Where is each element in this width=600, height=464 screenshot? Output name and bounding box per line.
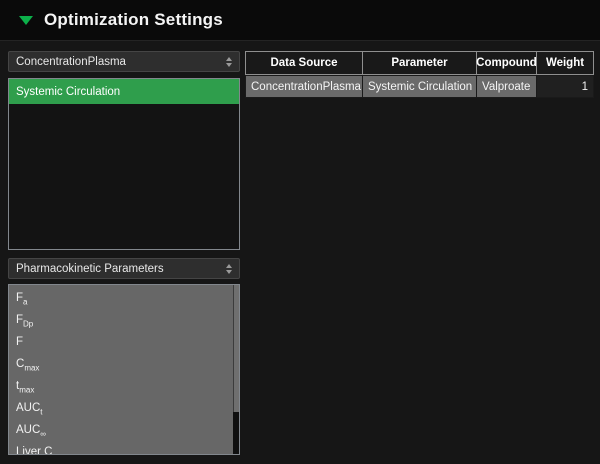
table-header-row: Data Source Parameter Compound Weight xyxy=(245,51,594,75)
list-item-f[interactable]: F xyxy=(9,332,239,354)
pk-parameters-items: Fa FDp F Cmax tmax AUCt AUC∞ Liver Cmax xyxy=(9,285,239,455)
cell-weight[interactable]: 1 xyxy=(536,75,594,98)
spinner-down-icon[interactable] xyxy=(226,270,232,274)
list-item-systemic-circulation[interactable]: Systemic Circulation xyxy=(9,79,239,104)
list-item-auct[interactable]: AUCt xyxy=(9,398,239,420)
spinner-up-icon[interactable] xyxy=(226,264,232,268)
pk-parameters-dropdown[interactable]: Pharmacokinetic Parameters xyxy=(8,258,240,279)
data-source-dropdown-value: ConcentrationPlasma xyxy=(16,56,126,68)
column-header-weight: Weight xyxy=(536,51,594,75)
page-title: Optimization Settings xyxy=(44,10,223,30)
spinner-updown-icon[interactable] xyxy=(226,57,232,67)
cell-parameter[interactable]: Systemic Circulation xyxy=(362,75,477,98)
scrollbar-track[interactable] xyxy=(233,285,239,454)
list-item-cmax[interactable]: Cmax xyxy=(9,354,239,376)
list-item-label: Systemic Circulation xyxy=(16,86,120,98)
collapse-triangle-icon[interactable] xyxy=(19,16,33,25)
list-item-fdp[interactable]: FDp xyxy=(9,310,239,332)
spinner-up-icon[interactable] xyxy=(226,57,232,61)
column-header-compound: Compound xyxy=(476,51,537,75)
cell-data-source[interactable]: ConcentrationPlasma xyxy=(245,75,363,98)
column-header-parameter: Parameter xyxy=(362,51,477,75)
pk-parameters-listbox: Fa FDp F Cmax tmax AUCt AUC∞ Liver Cmax xyxy=(8,284,240,455)
data-source-dropdown[interactable]: ConcentrationPlasma xyxy=(8,51,240,72)
list-item-fa[interactable]: Fa xyxy=(9,288,239,310)
optimization-settings-panel: { "header": { "title": "Optimization Set… xyxy=(0,0,600,464)
parameter-listbox: Systemic Circulation xyxy=(8,78,240,250)
section-header: Optimization Settings xyxy=(0,0,600,41)
scrollbar-thumb[interactable] xyxy=(233,285,239,412)
list-item-aucinf[interactable]: AUC∞ xyxy=(9,420,239,442)
spinner-down-icon[interactable] xyxy=(226,63,232,67)
pk-parameters-dropdown-value: Pharmacokinetic Parameters xyxy=(16,263,164,275)
list-item-tmax[interactable]: tmax xyxy=(9,376,239,398)
column-header-data-source: Data Source xyxy=(245,51,363,75)
list-item-liver-cmax[interactable]: Liver Cmax xyxy=(9,442,239,455)
cell-compound[interactable]: Valproate xyxy=(476,75,537,98)
spinner-updown-icon[interactable] xyxy=(226,264,232,274)
optimization-table: Data Source Parameter Compound Weight Co… xyxy=(245,51,594,98)
table-row: ConcentrationPlasma Systemic Circulation… xyxy=(245,75,594,98)
